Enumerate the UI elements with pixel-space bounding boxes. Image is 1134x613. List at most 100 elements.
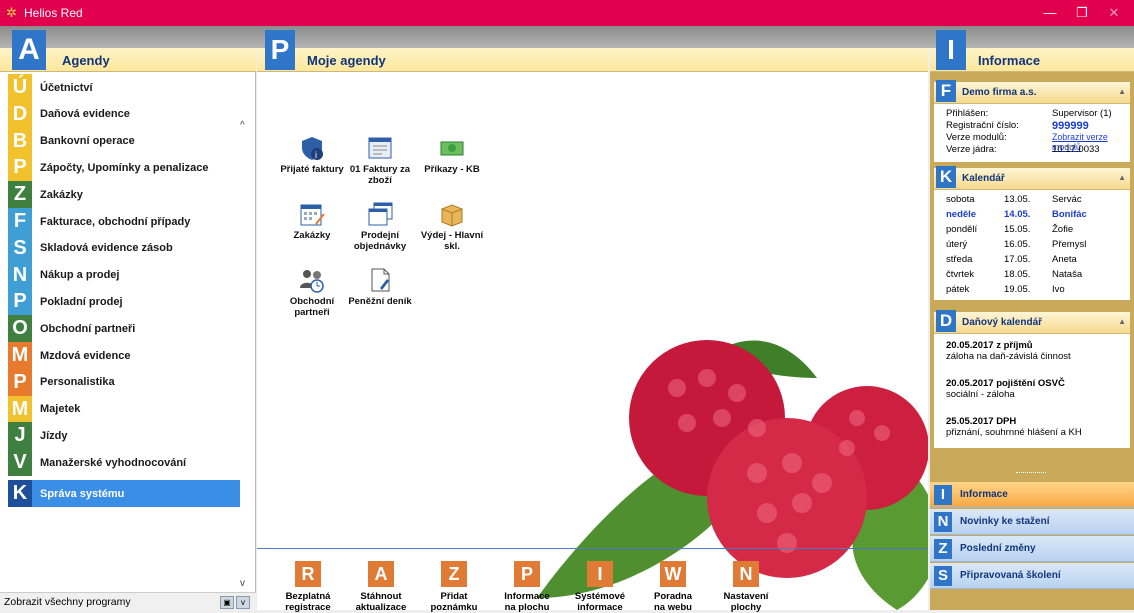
agenda-shortcut[interactable]: Peněžní deník xyxy=(345,266,415,307)
action-letter: W xyxy=(660,561,686,587)
agenda-letter: M xyxy=(8,342,32,369)
action-button[interactable]: I Systémové informace xyxy=(567,561,633,613)
action-button[interactable]: A Stáhnout aktualizace xyxy=(348,561,414,613)
kalendar-day: sobota xyxy=(946,194,975,205)
agenda-item[interactable]: Z Zakázky xyxy=(8,181,240,209)
action-label-line2: informace xyxy=(577,602,623,613)
agenda-item[interactable]: S Skladová evidence zásob xyxy=(8,234,240,262)
firma-letter: F xyxy=(936,80,956,102)
agenda-shortcut[interactable]: Výdej - Hlavní skl. xyxy=(417,200,487,252)
kalendar-name: Ivo xyxy=(1052,284,1065,295)
dan-item[interactable]: 20.05.2017 z příjmů xyxy=(946,340,1033,351)
agenda-shortcut[interactable]: 01 Faktury za zboží xyxy=(345,134,415,186)
collapse-icon[interactable]: ▲ xyxy=(1118,173,1126,182)
firma-section: F Demo firma a.s. ▲ Přihlášen: Supervisor… xyxy=(934,80,1130,162)
agenda-item[interactable]: P Pokladní prodej xyxy=(8,288,240,316)
action-button[interactable]: Z Přidat poznámku xyxy=(421,561,487,613)
action-button[interactable]: P Informace na plochu xyxy=(494,561,560,613)
close-button[interactable]: ✕ xyxy=(1094,0,1134,26)
agenda-label: Zakázky xyxy=(40,188,83,201)
chevron-down-icon[interactable]: v xyxy=(236,596,250,609)
action-button[interactable]: W Poradna na webu xyxy=(640,561,706,613)
agenda-shortcut-label: 01 Faktury za zboží xyxy=(349,164,411,186)
scroll-up-icon[interactable]: ^ xyxy=(240,120,245,131)
scroll-down-icon[interactable]: v xyxy=(240,578,245,589)
kalendar-day: čtvrtek xyxy=(946,269,974,280)
programs-filter[interactable]: Zobrazit všechny programy ▣ v xyxy=(0,592,256,610)
dan-title: z příjmů xyxy=(996,340,1033,351)
kalendar-date: 14.05. xyxy=(1004,209,1031,220)
moje-agendy-panel: P Moje agendy i Přijaté faktury 01 Faktury… xyxy=(257,30,928,613)
kalendar-date: 17.05. xyxy=(1004,254,1031,265)
agenda-item[interactable]: P Personalistika xyxy=(8,368,240,396)
moje-agendy-title: Moje agendy xyxy=(307,53,386,68)
action-label-line1: Přidat xyxy=(440,591,468,602)
app-logo-icon: ✲ xyxy=(6,5,17,20)
agenda-shortcut-label: Přijaté faktury xyxy=(280,164,344,175)
action-label-line2: poznámku xyxy=(430,602,478,613)
kalendar-name: Aneta xyxy=(1052,254,1077,265)
agenda-item[interactable]: F Fakturace, obchodní případy xyxy=(8,208,240,235)
agenda-label: Majetek xyxy=(40,403,81,416)
agenda-label: Jízdy xyxy=(40,429,68,442)
info-nav-button[interactable]: N Novinky ke stažení xyxy=(930,509,1134,535)
agenda-item[interactable]: D Daňová evidence xyxy=(8,100,240,128)
agenda-item[interactable]: Ú Účetnictví xyxy=(8,74,240,101)
agenda-item[interactable]: N Nákup a prodej xyxy=(8,261,240,289)
info-nav-letter: N xyxy=(934,511,952,532)
agenda-item[interactable]: J Jízdy xyxy=(8,422,240,450)
info-nav-letter: I xyxy=(934,484,952,505)
kalendar-header[interactable]: K Kalendář ▲ xyxy=(934,166,1130,190)
agenda-item[interactable]: B Bankovní operace xyxy=(8,127,240,155)
splitter-grip[interactable] xyxy=(1016,472,1046,478)
programs-filter-label: Zobrazit všechny programy xyxy=(4,595,131,608)
agenda-shortcut[interactable]: Příkazy - KB xyxy=(417,134,487,175)
money-icon xyxy=(438,134,466,162)
kalendar-day: pondělí xyxy=(946,224,978,235)
agenda-item[interactable]: V Manažerské vyhodnocování xyxy=(8,449,240,477)
kalendar-name: Nataša xyxy=(1052,269,1083,280)
firma-header[interactable]: F Demo firma a.s. ▲ xyxy=(934,80,1130,104)
agenda-letter: F xyxy=(8,208,32,235)
filter-icon[interactable]: ▣ xyxy=(220,596,234,609)
dan-date: 20.05.2017 xyxy=(946,340,994,351)
action-label-line1: Systémové xyxy=(574,591,626,602)
firma-value: Supervisor (1) xyxy=(1052,108,1112,119)
agenda-item[interactable]: M Majetek xyxy=(8,395,240,423)
agendy-title: Agendy xyxy=(62,53,110,68)
kalendar-day: úterý xyxy=(946,239,968,250)
kalendar-section: K Kalendář ▲ sobota 13.05. Servác neděle 14.… xyxy=(934,166,1130,300)
info-nav-button[interactable]: Z Poslední změny xyxy=(930,536,1134,562)
agenda-item[interactable]: O Obchodní partneři xyxy=(8,315,240,343)
agenda-item[interactable]: M Mzdová evidence xyxy=(8,342,240,369)
dan-item[interactable]: 25.05.2017 DPH xyxy=(946,416,1016,427)
action-button[interactable]: R Bezplatná registrace xyxy=(275,561,341,613)
informace-letter: I xyxy=(936,30,966,70)
agenda-shortcut[interactable]: Prodejní objednávky xyxy=(345,200,415,252)
agendy-header: A Agendy xyxy=(0,30,256,72)
agenda-sprava-systemu[interactable]: K Správa systému xyxy=(8,480,240,507)
danovy-kalendar-header[interactable]: D Daňový kalendář ▲ xyxy=(934,310,1130,334)
agenda-item[interactable]: P Zápočty, Upomínky a penalizace xyxy=(8,154,240,182)
agenda-shortcut[interactable]: Obchodní partneři xyxy=(277,266,347,318)
dan-date: 25.05.2017 xyxy=(946,416,994,427)
dan-desc: přiznání, souhrnné hlášení a KH xyxy=(946,427,1082,438)
dan-item[interactable]: 20.05.2017 pojištění OSVČ xyxy=(946,378,1065,389)
action-letter: I xyxy=(587,561,613,587)
action-button[interactable]: N Nastavení plochy xyxy=(713,561,779,613)
action-letter: A xyxy=(368,561,394,587)
agenda-label: Skladová evidence zásob xyxy=(40,242,173,255)
agenda-shortcut[interactable]: Zakázky xyxy=(277,200,347,241)
agenda-shortcut[interactable]: i Přijaté faktury xyxy=(277,134,347,175)
invoice-window-icon xyxy=(366,134,394,162)
collapse-icon[interactable]: ▲ xyxy=(1118,87,1126,96)
calendar-pen-icon xyxy=(298,200,326,228)
collapse-icon[interactable]: ▲ xyxy=(1118,317,1126,326)
document-pen-icon xyxy=(366,266,394,294)
action-label-line2: plochy xyxy=(730,602,762,613)
action-label-line2: na webu xyxy=(653,602,692,613)
action-label-line2: na plochu xyxy=(504,602,550,613)
agenda-scrollbar[interactable]: ^ v xyxy=(240,120,252,590)
info-nav-button[interactable]: I Informace xyxy=(930,482,1134,508)
info-nav-button[interactable]: S Připravovaná školení xyxy=(930,563,1134,589)
